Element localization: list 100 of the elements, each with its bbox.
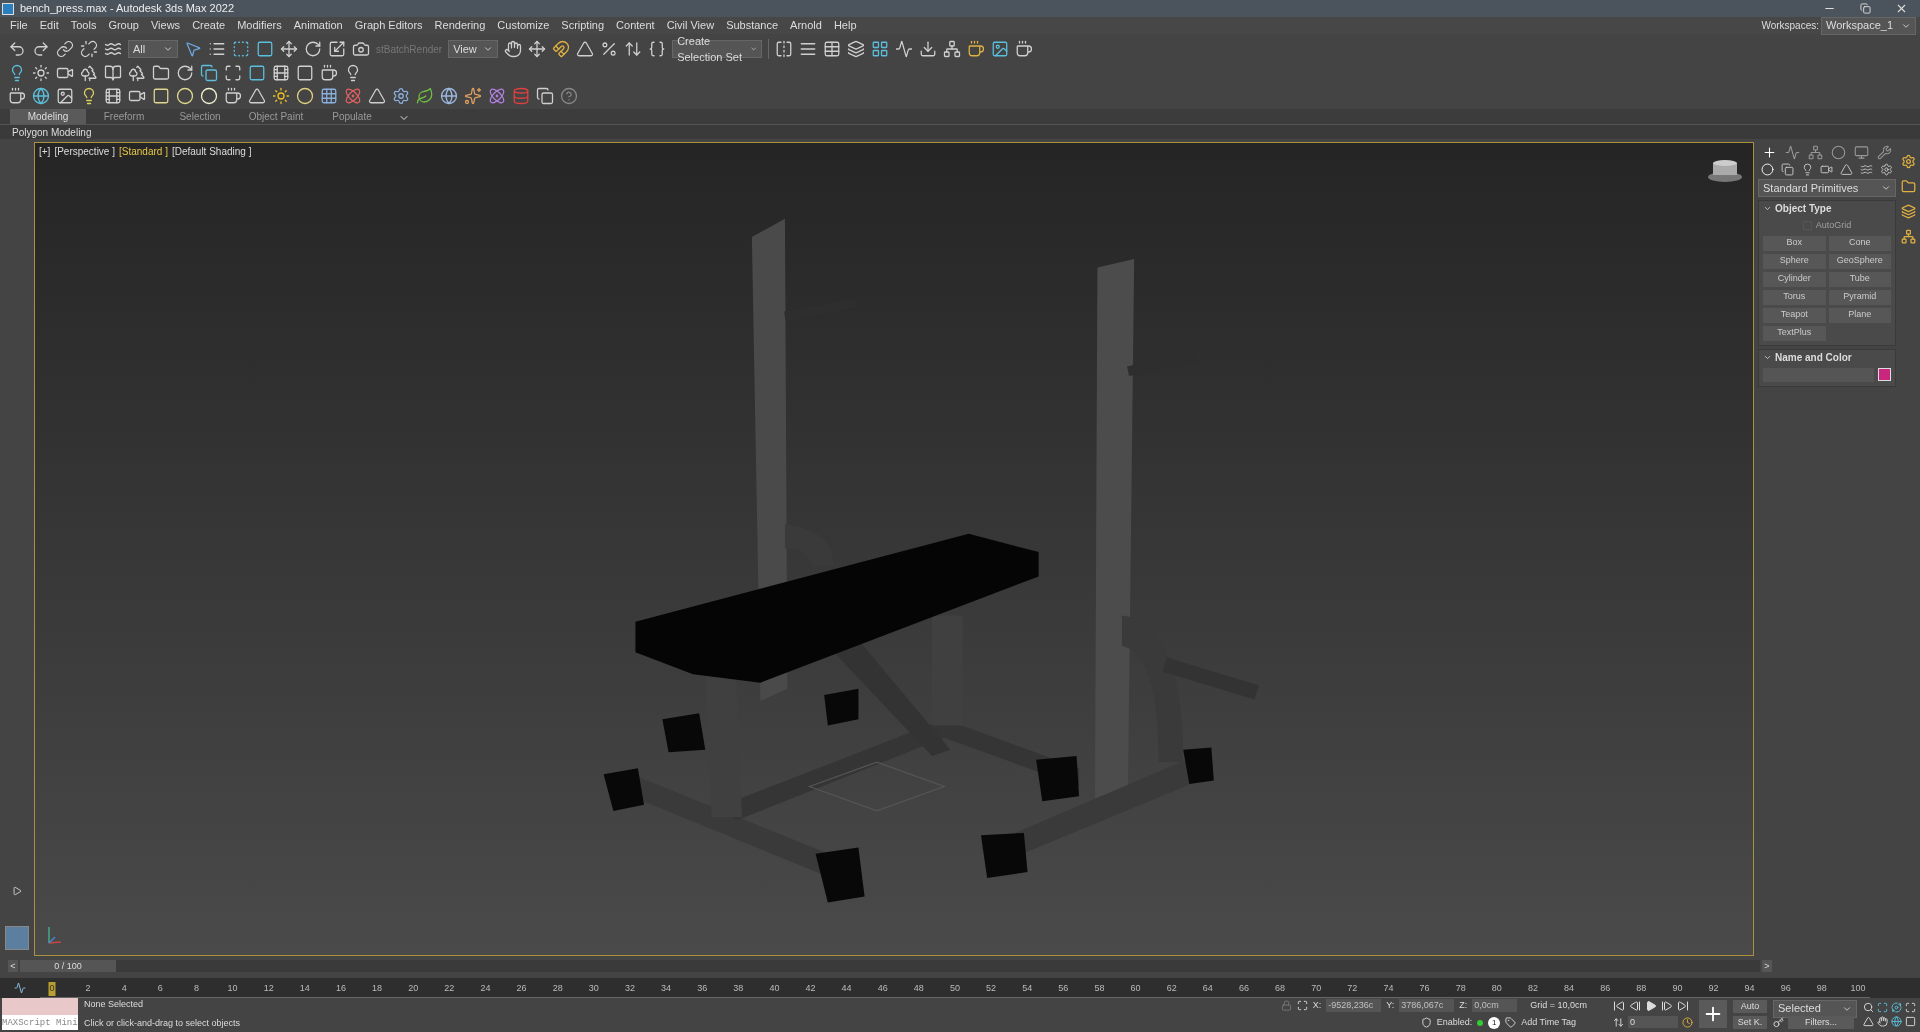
category-dropdown[interactable]: Standard Primitives bbox=[1758, 179, 1896, 197]
menu-item[interactable]: Edit bbox=[33, 17, 65, 34]
viewport-toggle-icon[interactable] bbox=[1905, 1015, 1916, 1027]
menu-item[interactable]: Graph Editors bbox=[348, 17, 429, 34]
reference-coordinate-dropdown[interactable]: View bbox=[448, 40, 499, 58]
sun-icon[interactable] bbox=[32, 63, 50, 82]
geometry-icon[interactable] bbox=[1761, 163, 1775, 176]
schematic-icon[interactable] bbox=[943, 40, 962, 58]
named-selection-icon[interactable] bbox=[648, 40, 667, 58]
current-frame-field[interactable]: 0 bbox=[1628, 1016, 1678, 1028]
shield-icon[interactable] bbox=[1420, 1017, 1432, 1029]
pan-icon[interactable] bbox=[1877, 1015, 1888, 1027]
percent-snap-icon[interactable] bbox=[600, 40, 619, 58]
time-tag-icon[interactable] bbox=[1505, 1017, 1517, 1029]
primitive-button[interactable]: Tube bbox=[1828, 271, 1891, 287]
ribbon-tab[interactable]: Object Paint bbox=[238, 109, 314, 124]
frame-window-icon[interactable] bbox=[991, 40, 1010, 58]
key-filter-dropdown[interactable]: Selected bbox=[1773, 999, 1857, 1018]
square-icon[interactable] bbox=[296, 63, 314, 82]
scale-icon[interactable] bbox=[328, 40, 346, 58]
z-coordinate-field[interactable]: 0,0cm bbox=[1472, 998, 1518, 1012]
redo-icon[interactable] bbox=[32, 40, 50, 58]
camera-icon[interactable] bbox=[352, 40, 370, 58]
manipulate-icon[interactable] bbox=[528, 40, 547, 58]
film-icon[interactable] bbox=[104, 86, 122, 105]
primitive-button[interactable]: GeoSphere bbox=[1828, 253, 1891, 269]
menu-item[interactable]: Modifiers bbox=[231, 17, 288, 34]
ribbon-tab[interactable]: Freeform bbox=[86, 109, 162, 124]
menu-item[interactable]: Content bbox=[610, 17, 661, 34]
frame-icon[interactable] bbox=[224, 63, 242, 82]
globe-icon[interactable] bbox=[32, 86, 50, 105]
zoom-icon[interactable] bbox=[1863, 1001, 1874, 1013]
next-frame-button[interactable]: > bbox=[1762, 960, 1772, 972]
disc-icon[interactable] bbox=[200, 86, 218, 105]
ribbon-tab[interactable]: Populate bbox=[314, 109, 390, 124]
restore-icon[interactable] bbox=[1860, 3, 1871, 14]
mirror-icon[interactable] bbox=[775, 40, 794, 58]
maximize-viewport-icon[interactable] bbox=[1905, 1001, 1916, 1013]
waves-icon[interactable] bbox=[104, 40, 122, 58]
unlink-icon[interactable] bbox=[80, 40, 98, 58]
menu-item[interactable]: Customize bbox=[491, 17, 556, 34]
time-slider-track[interactable]: 0 / 100 bbox=[20, 960, 1760, 972]
play-icon[interactable] bbox=[1645, 1000, 1657, 1012]
cameras-icon[interactable] bbox=[1820, 163, 1834, 176]
space-warps-icon[interactable] bbox=[1859, 163, 1873, 176]
ribbon-panel-label[interactable]: Polygon Modeling bbox=[12, 124, 92, 140]
atom-icon[interactable] bbox=[488, 86, 506, 105]
undo-icon[interactable] bbox=[8, 40, 26, 58]
menu-item[interactable]: Civil View bbox=[660, 17, 721, 34]
menu-item[interactable]: File bbox=[4, 17, 34, 34]
gear-icon[interactable] bbox=[392, 86, 410, 105]
systems-icon[interactable] bbox=[1879, 163, 1893, 176]
select-by-name-icon[interactable] bbox=[208, 40, 226, 58]
y-coordinate-field[interactable]: 3786,067c bbox=[1399, 998, 1455, 1012]
rectangle-icon[interactable] bbox=[152, 86, 170, 105]
spinner-snap-icon[interactable] bbox=[624, 40, 643, 58]
sun-icon[interactable] bbox=[272, 86, 290, 105]
link-icon[interactable] bbox=[56, 40, 74, 58]
menu-item[interactable]: Rendering bbox=[428, 17, 492, 34]
viewport-label[interactable]: [Default Shading ] bbox=[171, 144, 252, 159]
scene-settings-icon[interactable] bbox=[1900, 154, 1916, 169]
zoom-extents-icon[interactable] bbox=[1877, 1001, 1888, 1013]
hierarchy-icon[interactable] bbox=[1900, 229, 1916, 244]
hierarchy-icon[interactable] bbox=[1808, 145, 1823, 160]
viewcube-icon[interactable] bbox=[1707, 159, 1743, 183]
orbit-icon[interactable] bbox=[1891, 1001, 1902, 1013]
menu-item[interactable]: Create bbox=[186, 17, 232, 34]
menu-item[interactable]: Animation bbox=[287, 17, 349, 34]
snap-icon[interactable] bbox=[552, 40, 571, 58]
leaf-icon[interactable] bbox=[416, 86, 434, 105]
create-icon[interactable] bbox=[1762, 145, 1777, 160]
sphere-icon[interactable] bbox=[296, 86, 314, 105]
menu-item[interactable]: Scripting bbox=[555, 17, 611, 34]
go-to-start-icon[interactable] bbox=[1613, 1000, 1625, 1012]
menu-item[interactable]: Tools bbox=[64, 17, 103, 34]
copy-icon[interactable] bbox=[200, 63, 218, 82]
viewport-label[interactable]: [+] bbox=[39, 144, 51, 159]
film-icon[interactable] bbox=[272, 63, 290, 82]
set-key-button[interactable]: Set K. bbox=[1733, 1015, 1767, 1029]
curve-editor-icon[interactable] bbox=[14, 982, 26, 994]
menu-item[interactable]: Group bbox=[102, 17, 145, 34]
expand-icon[interactable] bbox=[12, 886, 22, 896]
window-crossing-icon[interactable] bbox=[256, 40, 274, 58]
tree-icon[interactable] bbox=[128, 63, 146, 82]
folder-icon[interactable] bbox=[1900, 179, 1916, 194]
ribbon-tab[interactable]: Selection bbox=[162, 109, 238, 124]
image-icon[interactable] bbox=[56, 86, 74, 105]
curve-editor-icon[interactable] bbox=[895, 40, 914, 58]
display-icon[interactable] bbox=[1854, 145, 1869, 160]
selection-filter-dropdown[interactable]: All bbox=[128, 40, 178, 58]
viewport-label[interactable]: [Standard ] bbox=[119, 144, 168, 159]
ribbon-tab[interactable]: Modeling bbox=[10, 109, 86, 124]
folder-icon[interactable] bbox=[152, 63, 170, 82]
close-icon[interactable] bbox=[1895, 2, 1908, 15]
time-configuration-icon[interactable] bbox=[1682, 1016, 1693, 1028]
align-icon[interactable] bbox=[799, 40, 818, 58]
viewport[interactable]: [+] [Perspective ] [Standard ] [Default Shading ] bbox=[34, 142, 1754, 956]
next-frame-icon[interactable] bbox=[1661, 1000, 1673, 1012]
square-icon[interactable] bbox=[248, 63, 266, 82]
sparkles-icon[interactable] bbox=[464, 86, 482, 105]
